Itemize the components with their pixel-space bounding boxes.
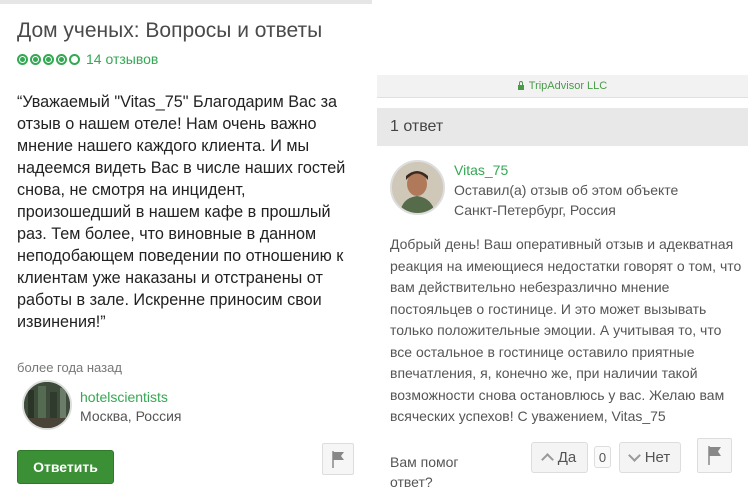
answers-header: 1 ответ <box>377 108 748 146</box>
vote-yes-label: Да <box>557 449 577 466</box>
answer-user-name-link[interactable]: Vitas_75 <box>454 162 508 178</box>
rating-bubble-empty <box>69 53 80 65</box>
avatar[interactable] <box>22 380 72 430</box>
lock-icon <box>517 80 524 90</box>
rating-bubble-filled <box>43 53 54 65</box>
answer-text: Добрый день! Ваш оперативный отзыв и аде… <box>390 236 742 424</box>
top-divider <box>0 0 372 4</box>
avatar[interactable] <box>390 160 445 215</box>
chevron-up-icon <box>540 453 554 466</box>
rating-bubble-filled <box>17 53 28 65</box>
page-title: Дом ученых: Вопросы и ответы <box>17 19 323 42</box>
hotel-response-panel: Дом ученых: Вопросы и ответы 14 отзывов … <box>0 0 372 493</box>
vote-no-label: Нет <box>644 449 671 466</box>
rating-bubble-filled <box>56 53 67 65</box>
browser-url-bar[interactable]: TripAdvisor LLC <box>377 75 748 98</box>
answers-panel: TripAdvisor LLC 1 ответ Vitas_75 Оставил… <box>377 75 748 493</box>
answer-user-location: Санкт-Петербург, Россия <box>454 202 616 218</box>
helpful-question: Вам помог ответ? <box>390 454 459 490</box>
vote-yes-button[interactable]: Да <box>531 442 588 473</box>
vote-count: 0 <box>594 446 611 468</box>
chevron-down-icon <box>627 449 641 462</box>
flag-icon <box>332 451 344 468</box>
answer-user-role: Оставил(а) отзыв об этом объекте <box>454 182 679 198</box>
rating-row[interactable]: 14 отзывов <box>17 51 158 67</box>
vote-no-button[interactable]: Нет <box>619 442 681 473</box>
url-host: TripAdvisor LLC <box>528 80 608 92</box>
avatar-image <box>392 162 443 213</box>
flag-icon <box>708 446 721 465</box>
review-count-link[interactable]: 14 отзывов <box>86 51 158 67</box>
user-location: Москва, Россия <box>80 408 182 424</box>
rating-bubble-filled <box>30 53 41 65</box>
response-time: более года назад <box>17 360 122 375</box>
report-flag-button[interactable] <box>697 438 732 473</box>
report-flag-button[interactable] <box>322 443 354 475</box>
response-quote: “Уважаемый "Vitas_75" Благодарим Вас за … <box>17 93 346 331</box>
user-name-link[interactable]: hotelscientists <box>80 389 168 405</box>
avatar-image <box>24 382 70 428</box>
reply-button[interactable]: Ответить <box>17 450 114 484</box>
